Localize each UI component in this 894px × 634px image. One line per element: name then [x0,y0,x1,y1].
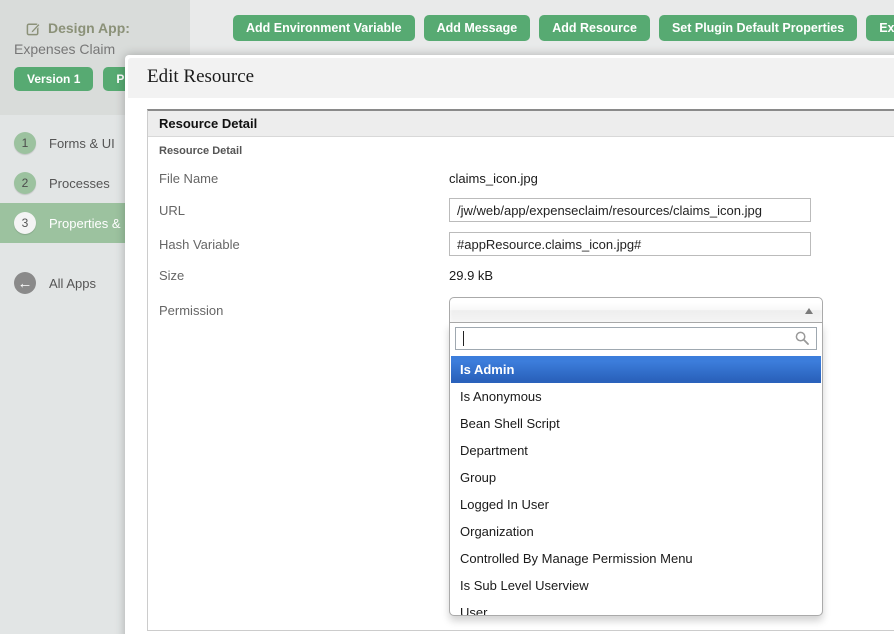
hash-variable-field[interactable] [449,232,811,256]
permission-option[interactable]: Is Admin [451,356,821,383]
file-name-value: claims_icon.jpg [449,171,538,186]
step-3-badge: 3 [14,212,36,234]
resource-detail-section: Resource Detail Resource Detail File Nam… [147,109,894,631]
design-app-title: Design App: [0,0,190,36]
permission-dropdown-toggle[interactable] [449,297,823,323]
hash-variable-label: Hash Variable [159,237,449,252]
permission-option[interactable]: Logged In User [451,491,821,518]
back-arrow-icon: ← [14,272,36,294]
add-resource-button[interactable]: Add Resource [539,15,650,41]
permission-option[interactable]: Controlled By Manage Permission Menu [451,545,821,572]
size-value: 29.9 kB [449,268,493,283]
permission-option[interactable]: User [451,599,821,615]
size-row: Size 29.9 kB [159,266,894,284]
step-1-badge: 1 [14,132,36,154]
section-header: Resource Detail [148,111,894,137]
design-app-title-label: Design App: [48,20,130,36]
set-plugin-default-properties-button[interactable]: Set Plugin Default Properties [659,15,857,41]
section-sublabel: Resource Detail [148,137,894,159]
add-message-button[interactable]: Add Message [424,15,531,41]
dialog-title: Edit Resource [128,58,894,98]
permission-option[interactable]: Bean Shell Script [451,410,821,437]
hash-variable-row: Hash Variable [159,232,894,256]
permission-row: Permission I [159,297,894,323]
edit-icon [26,21,41,36]
export-button[interactable]: Export [866,15,894,41]
step-2-badge: 2 [14,172,36,194]
permission-option[interactable]: Department [451,437,821,464]
permission-option[interactable]: Group [451,464,821,491]
permission-dropdown: Is AdminIs AnonymousBean Shell ScriptDep… [449,297,823,323]
text-caret [463,331,464,346]
url-row: URL [159,198,894,222]
permission-option[interactable]: Is Anonymous [451,383,821,410]
permission-dropdown-panel: Is AdminIs AnonymousBean Shell ScriptDep… [449,323,823,616]
sidebar-item-label: Forms & UI [49,136,115,151]
permission-option[interactable]: Organization [451,518,821,545]
permission-search [450,323,822,354]
chevron-up-icon [805,308,813,314]
search-icon [795,331,809,345]
permission-option[interactable]: Is Sub Level Userview [451,572,821,599]
permission-search-input[interactable] [455,327,817,350]
sidebar-item-label: All Apps [49,276,96,291]
permission-label: Permission [159,297,449,318]
top-action-bar: Add Environment Variable Add Message Add… [190,0,894,55]
file-name-row: File Name claims_icon.jpg [159,169,894,187]
edit-resource-dialog: Edit Resource Resource Detail Resource D… [125,55,894,634]
app-name: Expenses Claim [0,36,190,57]
sidebar-item-label: Processes [49,176,110,191]
version-button[interactable]: Version 1 [14,67,93,91]
url-label: URL [159,203,449,218]
permission-options-list: Is AdminIs AnonymousBean Shell ScriptDep… [450,354,822,615]
file-name-label: File Name [159,171,449,186]
url-field[interactable] [449,198,811,222]
add-environment-variable-button[interactable]: Add Environment Variable [233,15,415,41]
size-label: Size [159,268,449,283]
